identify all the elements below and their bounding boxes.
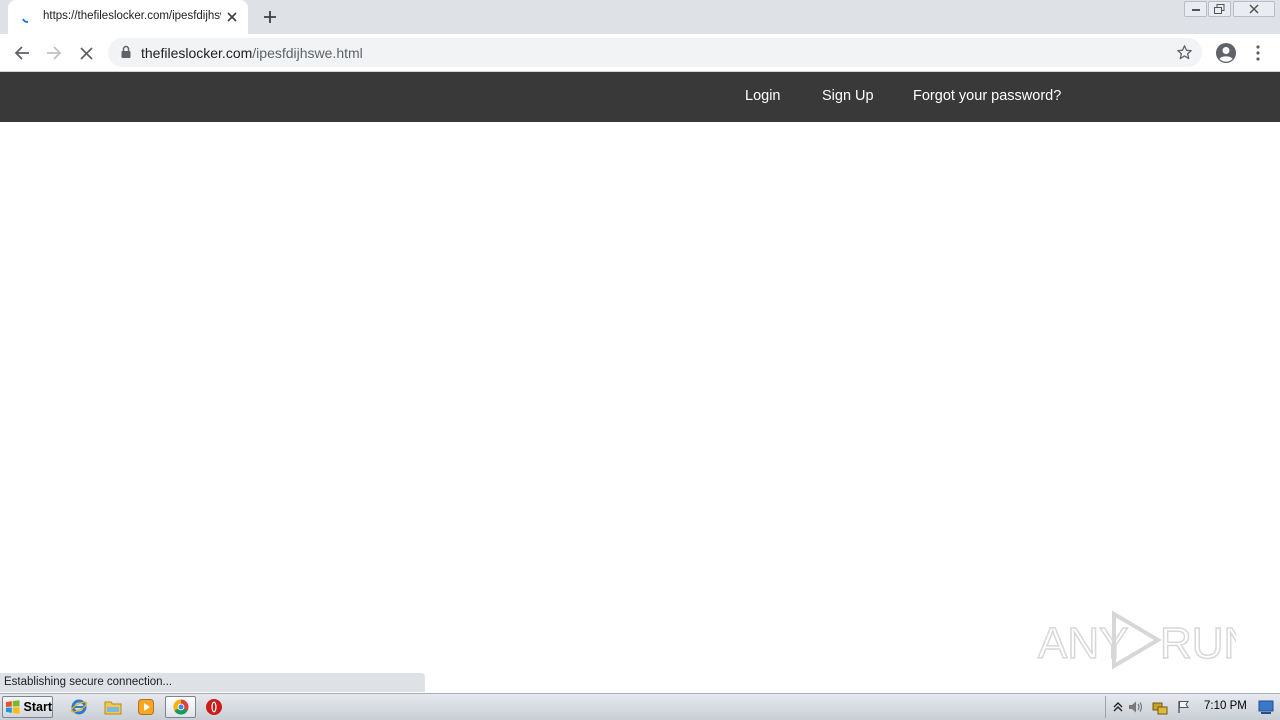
tab-title: https://thefileslocker.com/ipesfdijhswe.…	[43, 10, 221, 22]
plus-icon	[264, 11, 276, 23]
taskbar-opera[interactable]	[203, 697, 225, 717]
start-label: Start	[23, 700, 52, 714]
speaker-icon	[1129, 701, 1143, 713]
window-close-button[interactable]	[1233, 1, 1275, 17]
status-bubble: Establishing secure connection...	[0, 673, 425, 692]
flag-icon	[1178, 701, 1189, 713]
windows-taskbar: Start 7:10 PM	[0, 693, 1280, 720]
tab-close-icon[interactable]	[224, 9, 240, 25]
tray-action-center[interactable]	[1176, 699, 1192, 715]
tray-network[interactable]	[1152, 699, 1168, 715]
chrome-icon	[172, 699, 188, 715]
site-header: Login Sign Up Forgot your password?	[0, 72, 1280, 122]
arrow-left-icon	[14, 46, 29, 60]
back-button[interactable]	[9, 40, 35, 66]
account-circle-icon[interactable]	[1214, 41, 1238, 65]
window-minimize-button[interactable]	[1184, 1, 1207, 17]
file-explorer-icon	[104, 701, 122, 715]
close-icon	[79, 46, 93, 60]
svg-text:RUN: RUN	[1160, 619, 1236, 668]
address-bar[interactable]: thefileslocker.com/ipesfdijhswe.html	[108, 38, 1202, 67]
taskbar-file-explorer[interactable]	[102, 697, 124, 717]
forward-button[interactable]	[41, 40, 67, 66]
signup-link[interactable]: Sign Up	[822, 88, 874, 104]
browser-tab-active[interactable]: https://thefileslocker.com/ipesfdijhswe.…	[8, 0, 248, 34]
url-text[interactable]: thefileslocker.com/ipesfdijhswe.html	[141, 45, 363, 61]
url-host: thefileslocker.com	[141, 45, 253, 61]
star-icon[interactable]	[1176, 44, 1193, 61]
browser-menu-button[interactable]	[1250, 41, 1266, 65]
taskbar-clock[interactable]: 7:10 PM	[1204, 700, 1247, 712]
loading-spinner-icon	[22, 18, 29, 23]
login-link[interactable]: Login	[745, 88, 780, 104]
tab-strip: https://thefileslocker.com/ipesfdijhswe.…	[0, 0, 1280, 34]
anyrun-watermark-logo: ANY RUN	[1037, 610, 1236, 670]
forgot-password-link[interactable]: Forgot your password?	[913, 88, 1061, 104]
browser-toolbar: thefileslocker.com/ipesfdijhswe.html	[0, 34, 1280, 72]
more-vert-icon	[1256, 45, 1260, 61]
network-icon	[1152, 702, 1168, 715]
taskbar-media-player[interactable]	[135, 697, 157, 717]
chevron-up-icon	[1113, 702, 1123, 712]
taskbar-chrome[interactable]	[165, 696, 196, 718]
windows-logo-icon	[5, 700, 20, 714]
media-player-icon	[138, 699, 154, 715]
show-hidden-icons-button[interactable]	[1110, 699, 1126, 715]
stop-loading-button[interactable]	[73, 40, 99, 66]
taskbar-internet-explorer[interactable]	[68, 697, 90, 717]
opera-icon	[206, 699, 222, 715]
url-path: /ipesfdijhswe.html	[252, 45, 363, 61]
minimize-icon	[1191, 9, 1200, 11]
restore-icon	[1214, 4, 1225, 14]
tray-volume[interactable]	[1128, 699, 1144, 715]
new-tab-button[interactable]	[258, 5, 282, 29]
start-button[interactable]: Start	[2, 696, 53, 718]
internet-explorer-icon	[70, 699, 88, 715]
show-desktop-icon[interactable]	[1258, 699, 1274, 715]
lock-icon[interactable]	[119, 45, 133, 59]
window-restore-button[interactable]	[1208, 1, 1231, 17]
arrow-right-icon	[47, 46, 62, 60]
system-tray: 7:10 PM	[1105, 696, 1278, 718]
close-icon	[1249, 4, 1259, 14]
